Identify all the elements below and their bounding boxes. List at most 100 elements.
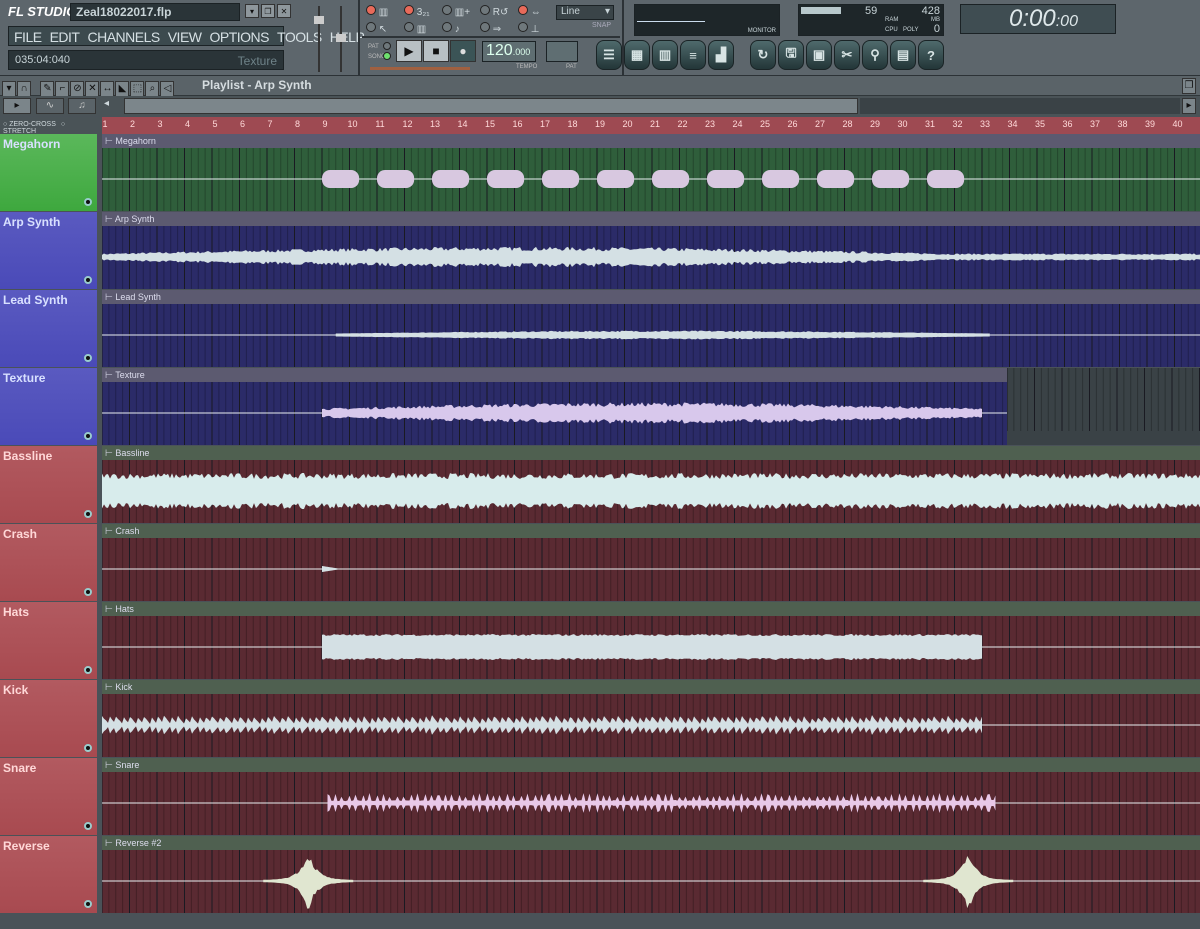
scroll-right-icon[interactable]: ▸ <box>1182 98 1196 114</box>
track-lane[interactable]: ⊢ Crash <box>102 524 1200 601</box>
track-select-icon[interactable] <box>84 666 92 674</box>
track-header[interactable]: Texture <box>0 368 97 445</box>
playlist-title[interactable]: Playlist - Arp Synth <box>202 78 312 92</box>
audio-clip[interactable]: ⊢ Texture <box>102 368 1007 445</box>
audio-clip[interactable]: ⊢ Bassline <box>102 446 1200 523</box>
menu-arrow-icon[interactable]: ▾ <box>2 81 16 97</box>
audio-clip[interactable]: ⊢ Snare <box>102 758 1200 835</box>
track-lane[interactable]: ⊢ Snare <box>102 758 1200 835</box>
track-lane[interactable]: ⊢ Hats <box>102 602 1200 679</box>
loop-record-toggle[interactable]: R↺ <box>480 5 518 18</box>
stop-button[interactable]: ■ <box>423 40 449 62</box>
save-new-button[interactable]: 🖫 <box>778 40 804 70</box>
piano-roll-button[interactable]: ▥ <box>652 40 678 70</box>
track-header[interactable]: Megahorn <box>0 134 97 211</box>
track-select-icon[interactable] <box>84 354 92 362</box>
record-audio-button[interactable]: ⚲ <box>862 40 888 70</box>
menu-tools[interactable]: TOOLS <box>277 29 322 45</box>
master-pitch-slider[interactable] <box>336 6 350 72</box>
horizontal-scrollbar-track[interactable] <box>860 98 1180 114</box>
step-sequencer-button[interactable]: ▦ <box>624 40 650 70</box>
track-lane[interactable]: ⊢ Bassline <box>102 446 1200 523</box>
brush-icon[interactable]: ⌐ <box>55 81 70 97</box>
master-volume-slider[interactable] <box>314 6 328 72</box>
menu-edit[interactable]: EDIT <box>50 29 80 45</box>
save-button[interactable]: ▣ <box>806 40 832 70</box>
audio-clip[interactable]: ⊢ Reverse #2 <box>102 836 1200 913</box>
help-button[interactable]: ? <box>918 40 944 70</box>
playlist-button[interactable]: ☰ <box>596 40 622 70</box>
pattern-display[interactable] <box>546 41 578 62</box>
track-select-icon[interactable] <box>84 432 92 440</box>
clip-header[interactable]: ⊢ Lead Synth <box>102 290 1200 304</box>
audio-clip[interactable]: ⊢ Arp Synth <box>102 212 1200 289</box>
track-header[interactable]: Lead Synth <box>0 290 97 367</box>
browser-button[interactable]: ≡ <box>680 40 706 70</box>
audio-clip[interactable]: ⊢ Megahorn <box>102 134 1200 211</box>
delete-icon[interactable]: ⊘ <box>70 81 85 97</box>
horizontal-scrollbar-thumb[interactable] <box>124 98 858 114</box>
mixer-button[interactable]: ▟ <box>708 40 734 70</box>
clip-header[interactable]: ⊢ Hats <box>102 602 1200 616</box>
pattern-clips-tab[interactable]: ▸ <box>3 98 31 114</box>
audio-clip[interactable]: ⊢ Crash <box>102 524 1200 601</box>
menu-channels[interactable]: CHANNELS <box>87 29 160 45</box>
song-time-display[interactable]: 0:00:00 <box>960 4 1116 34</box>
play-button[interactable]: ▶ <box>396 40 422 62</box>
restore-icon[interactable]: ❐ <box>261 4 275 18</box>
detach-icon[interactable]: ❐ <box>1182 78 1196 94</box>
pencil-icon[interactable]: ✎ <box>40 81 55 97</box>
track-lane[interactable]: ⊢ Texture <box>102 368 1200 445</box>
track-lane[interactable]: ⊢ Megahorn <box>102 134 1200 211</box>
track-header[interactable]: Kick <box>0 680 97 757</box>
track-select-icon[interactable] <box>84 276 92 284</box>
clip-header[interactable]: ⊢ Kick <box>102 680 1200 694</box>
track-header[interactable]: Crash <box>0 524 97 601</box>
track-select-icon[interactable] <box>84 744 92 752</box>
song-mode-led[interactable] <box>383 52 391 60</box>
track-select-icon[interactable] <box>84 900 92 908</box>
timeline-ruler[interactable]: 1 2 3 4 5 6 7 8 9 10 11 12 13 14 15 16 17 18 19 20 21 22 23 24 2… <box>102 117 1200 134</box>
audio-tab[interactable]: ♫ <box>68 98 96 114</box>
clip-header[interactable]: ⊢ Megahorn <box>102 134 1200 148</box>
track-lane[interactable]: ⊢ Lead Synth <box>102 290 1200 367</box>
audio-clip[interactable]: ⊢ Lead Synth <box>102 290 1200 367</box>
edison-button[interactable]: ✂ <box>834 40 860 70</box>
record-button[interactable]: ● <box>450 40 476 62</box>
snap-select[interactable]: Line ▾ <box>556 5 614 20</box>
clip-header[interactable]: ⊢ Crash <box>102 524 1200 538</box>
slice-icon[interactable]: ◣ <box>115 81 130 97</box>
menu-options[interactable]: OPTIONS <box>210 29 270 45</box>
scroll-toggle[interactable]: ⇒ <box>480 22 518 35</box>
track-select-icon[interactable] <box>84 198 92 206</box>
track-select-icon[interactable] <box>84 588 92 596</box>
slip-icon[interactable]: ↔ <box>100 81 115 97</box>
note-toggle[interactable]: ♪ <box>442 22 480 35</box>
clip-header[interactable]: ⊢ Reverse #2 <box>102 836 1200 850</box>
countdown-toggle[interactable]: 3₂₁ <box>404 5 442 18</box>
automation-tab[interactable]: ∿ <box>36 98 64 114</box>
menu-view[interactable]: VIEW <box>168 29 202 45</box>
clip-header[interactable]: ⊢ Bassline <box>102 446 1200 460</box>
undo-button[interactable]: ↻ <box>750 40 776 70</box>
zoom-icon[interactable]: ⌕ <box>145 81 160 97</box>
magnet-icon[interactable]: ∩ <box>17 81 31 97</box>
pat-mode-led[interactable] <box>383 42 391 50</box>
audio-clip[interactable]: ⊢ Hats <box>102 602 1200 679</box>
metronome-toggle[interactable]: ▥ <box>366 5 404 18</box>
select-icon[interactable]: ⬚ <box>130 81 145 97</box>
speaker-icon[interactable]: ◁ <box>160 81 175 97</box>
track-lane[interactable]: ⊢ Arp Synth <box>102 212 1200 289</box>
track-header[interactable]: Bassline <box>0 446 97 523</box>
clip-header[interactable]: ⊢ Texture <box>102 368 1007 382</box>
dropdown-icon[interactable]: ▾ <box>245 4 259 18</box>
scroll-left-icon[interactable]: ◂ <box>104 98 116 114</box>
step-edit-toggle[interactable]: ▥+ <box>442 5 480 18</box>
blend-toggle[interactable]: ⇔ <box>518 5 556 18</box>
clip-header[interactable]: ⊢ Arp Synth <box>102 212 1200 226</box>
track-select-icon[interactable] <box>84 822 92 830</box>
track-lane[interactable]: ⊢ Reverse #2 <box>102 836 1200 913</box>
track-header[interactable]: Reverse <box>0 836 97 913</box>
tempo-display[interactable]: 120.000 <box>482 41 536 62</box>
project-info-button[interactable]: ▤ <box>890 40 916 70</box>
